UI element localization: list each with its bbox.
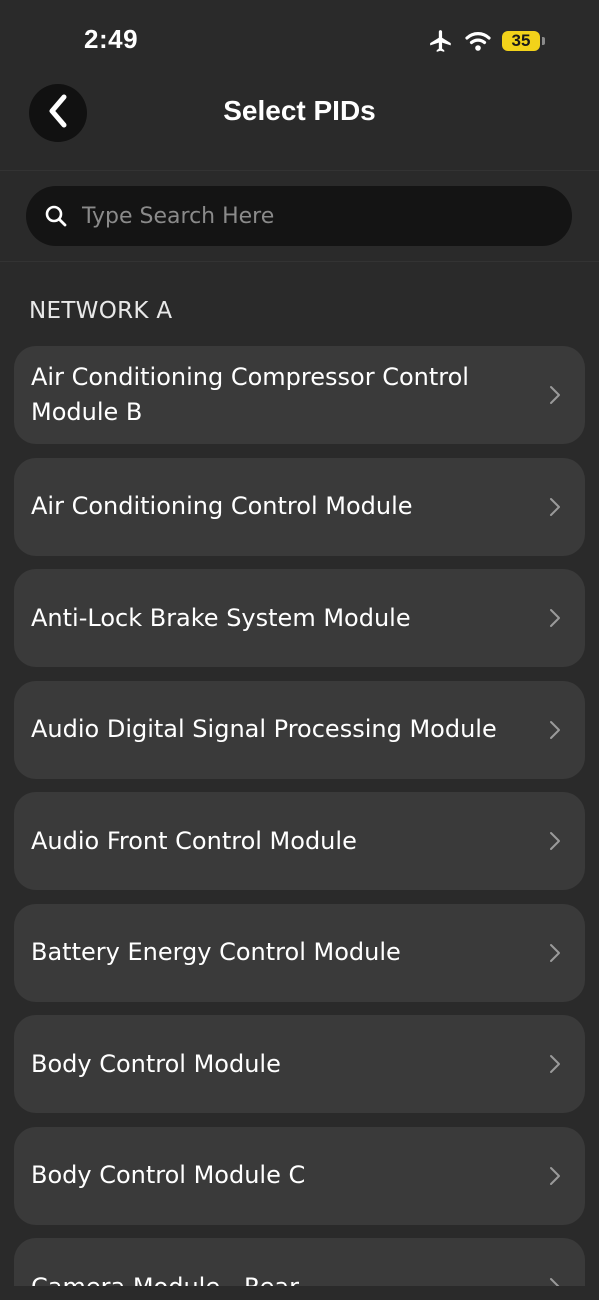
list-item-ac-control-module[interactable]: Air Conditioning Control Module [14, 457, 585, 556]
search-icon [44, 204, 68, 228]
list-item-label: Body Control Module C [31, 1161, 306, 1189]
header: Select PIDs [0, 80, 599, 171]
search-box[interactable] [26, 186, 572, 246]
status-icons: 35 [428, 26, 545, 56]
chevron-right-icon [550, 609, 560, 627]
list-item-battery-energy-control-module[interactable]: Battery Energy Control Module [14, 903, 585, 1002]
chevron-right-icon [550, 1055, 560, 1073]
list-item-label: Body Control Module [31, 1049, 281, 1078]
page-title: Select PIDs [223, 95, 376, 126]
wifi-icon [464, 30, 492, 52]
list-item-label: Audio Digital Signal Processing Module [31, 715, 497, 743]
chevron-right-icon [550, 832, 560, 850]
list-item-label: Audio Front Control Module [31, 826, 357, 855]
search-input[interactable] [80, 202, 572, 230]
search-section [0, 171, 599, 262]
chevron-right-icon [550, 1166, 560, 1185]
status-time: 2:49 [84, 24, 139, 54]
list-item-ac-compressor-module-b[interactable]: Air Conditioning Compressor Control Modu… [14, 346, 585, 444]
chevron-right-icon [550, 497, 560, 516]
list-item-label: Air Conditioning Control Module [31, 492, 413, 520]
list-item-body-control-module[interactable]: Body Control Module [14, 1015, 585, 1113]
section-label: NETWORK A [29, 298, 173, 324]
module-list: Air Conditioning Compressor Control Modu… [14, 346, 585, 1286]
list-item-label: Camera Module - Rear [31, 1270, 299, 1287]
battery-nub [542, 37, 545, 45]
battery-icon: 35 [502, 31, 540, 51]
status-bar: 2:49 35 [0, 0, 599, 80]
chevron-right-icon [550, 386, 560, 404]
chevron-right-icon [550, 1278, 560, 1286]
list-item-audio-front-control-module[interactable]: Audio Front Control Module [14, 792, 585, 890]
chevron-right-icon [550, 720, 560, 739]
list-item-label: Anti-Lock Brake System Module [31, 603, 411, 632]
list-item-audio-dsp-module[interactable]: Audio Digital Signal Processing Module [14, 680, 585, 779]
list-item-label: Battery Energy Control Module [31, 938, 401, 966]
list-item-abs-module[interactable]: Anti-Lock Brake System Module [14, 569, 585, 667]
chevron-right-icon [550, 943, 560, 962]
airplane-icon [428, 28, 454, 54]
list-item-camera-module-rear[interactable]: Camera Module - Rear [14, 1238, 585, 1286]
list-item-body-control-module-c[interactable]: Body Control Module C [14, 1126, 585, 1225]
list-item-label: Air Conditioning Compressor Control Modu… [31, 363, 469, 426]
